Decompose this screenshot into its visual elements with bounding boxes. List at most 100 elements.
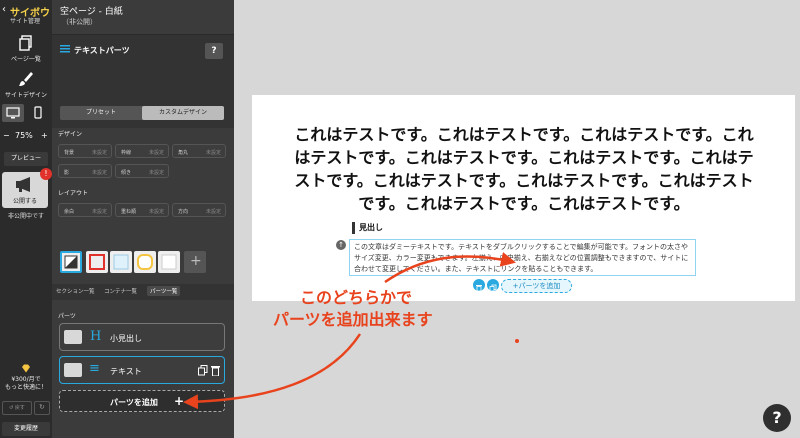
list-tabs: セクション一覧 コンテナ一覧 パーツ一覧 [52,284,234,300]
prop-key: 影 [64,170,70,176]
pages-icon [19,35,32,51]
part-label: 小見出し [110,334,142,343]
page-canvas: これはテストです。これはテストです。これはテストです。これはテストです。これはテ… [252,95,795,301]
prop-key: 背景 [64,150,75,156]
trash-icon[interactable] [211,365,220,376]
annotation-line1: このどちらかで [300,288,413,307]
prop-value: 未設定 [148,150,164,156]
prop-border[interactable]: 枠線 未設定 [115,144,169,158]
change-history-button[interactable]: 変更履歴 [2,422,50,436]
brush-icon [19,72,33,86]
back-to-site-admin[interactable]: ‹ サイボウ サイト管理 [2,4,50,26]
prop-value: 未設定 [148,170,164,176]
prop-radius[interactable]: 角丸 未設定 [172,144,226,158]
zoom-value: 75% [15,131,33,140]
hero-text[interactable]: これはテストです。これはテストです。これはテストです。これはテストです。これはテ… [292,123,756,215]
blue-frame-icon [113,254,129,270]
tab-section-list[interactable]: セクション一覧 [56,287,95,295]
style-swatches: + [60,251,226,273]
annotation-line2: パーツを追加出来ます [273,310,433,329]
swatch-blue-shadow[interactable] [110,251,132,273]
pages-label: ページ一覧 [11,56,41,63]
add-part-inline-button[interactable]: +パーツを追加 [501,279,572,293]
undo-button[interactable]: ↺ 戻す [2,401,32,415]
site-design-button[interactable]: サイトデザイン [0,70,52,99]
zoom-out-button[interactable]: − [3,131,10,140]
no-style-icon [64,255,78,269]
prop-value: 未設定 [91,170,107,176]
prop-value: 未設定 [205,150,221,156]
mobile-view-button[interactable] [28,104,48,122]
help-button[interactable]: ? [205,43,223,59]
prop-key: 方向 [178,209,189,215]
site-design-label: サイトデザイン [4,92,47,99]
heading-icon: H [90,329,102,344]
undo-redo: ↺ 戻す ↻ [2,401,50,415]
undo-label: 戻す [14,405,25,411]
tab-parts-list[interactable]: パーツ一覧 [147,286,181,296]
swatch-red-border[interactable] [86,251,108,273]
desktop-view-button[interactable] [2,104,24,122]
annotation-dot [515,339,519,343]
plain-frame-icon [161,254,177,270]
monitor-icon [64,330,82,344]
copy-part-button[interactable] [487,279,499,292]
tab-custom-design[interactable]: カスタムデザイン [142,106,224,120]
prop-value: 未設定 [148,209,164,215]
pages-button[interactable]: ページ一覧 [0,34,52,63]
delete-part-button[interactable] [473,279,485,292]
red-frame-icon [89,254,105,270]
editor-window: ‹ サイボウ サイト管理 ページ一覧 サイトデザイン − 75% + プレビュー… [0,0,800,438]
upgrade-plan-link[interactable]: ¥300/月で もっと快適に！ [0,364,52,392]
publish-label: 公開する [12,198,37,205]
yellow-rounded-icon [137,254,153,270]
page-title: 空ページ - 白紙 [60,7,123,17]
prop-value: 未設定 [91,150,107,156]
part-label: テキスト [110,367,142,376]
redo-button[interactable]: ↻ [34,401,50,415]
add-part-button[interactable]: パーツを追加 + [59,390,225,412]
design-section-label: デザイン [58,131,83,138]
zoom-in-button[interactable]: + [41,131,48,140]
move-up-button[interactable]: ↑ [336,240,346,250]
trash-icon [476,285,482,292]
prop-key: 角丸 [178,150,189,156]
prop-value: 未設定 [205,209,221,215]
text-part[interactable]: この文章はダミーテキストです。テキストをダブルクリックすることで編集が可能です。… [349,239,696,276]
tab-container-list[interactable]: コンテナ一覧 [104,287,137,295]
swatch-plain[interactable] [158,251,180,273]
swatch-none[interactable] [60,251,82,273]
desktop-icon [6,107,20,119]
zoom-control: − 75% + [0,130,52,144]
prop-tilt[interactable]: 傾き 未設定 [115,164,169,178]
plus-icon: + [174,394,185,408]
subheading-part[interactable]: 見出し [352,222,383,234]
page-visibility: （非公開） [62,18,97,26]
part-subheading[interactable]: H 小見出し [59,323,225,351]
publish-status: 非公開中です [7,213,44,220]
prop-shadow[interactable]: 影 未設定 [58,164,112,178]
preview-button[interactable]: プレビュー [4,152,48,166]
parts-section-label: パーツ [58,313,76,320]
text-lines-icon: ≡ [89,361,100,376]
part-text[interactable]: ≡ テキスト [59,356,225,384]
plan-line2: もっと快適に！ [4,384,47,391]
prop-key: 枠線 [121,150,132,156]
design-tabs: プリセット カスタムデザイン [60,106,224,120]
prop-background[interactable]: 背景 未設定 [58,144,112,158]
swatch-yellow-rounded[interactable] [134,251,156,273]
undo-icon: ↺ [9,405,14,411]
copy-icon[interactable] [198,365,208,376]
help-fab-button[interactable]: ? [763,404,791,432]
editor-panel: 空ページ - 白紙 （非公開） テキストパーツ ? プリセット カスタムデザイン… [52,0,234,438]
prop-z-order[interactable]: 重ね順 未設定 [115,203,169,217]
smartphone-icon [34,106,42,119]
prop-padding[interactable]: 余白 未設定 [58,203,112,217]
tab-preset[interactable]: プリセット [60,106,142,120]
add-part-label: パーツを追加 [110,398,158,407]
chevron-left-icon: ‹ [2,4,6,15]
prop-direction[interactable]: 方向 未設定 [172,203,226,217]
prop-key: 傾き [121,170,132,176]
swatch-add[interactable]: + [184,251,206,273]
part-title: テキストパーツ [74,46,130,55]
